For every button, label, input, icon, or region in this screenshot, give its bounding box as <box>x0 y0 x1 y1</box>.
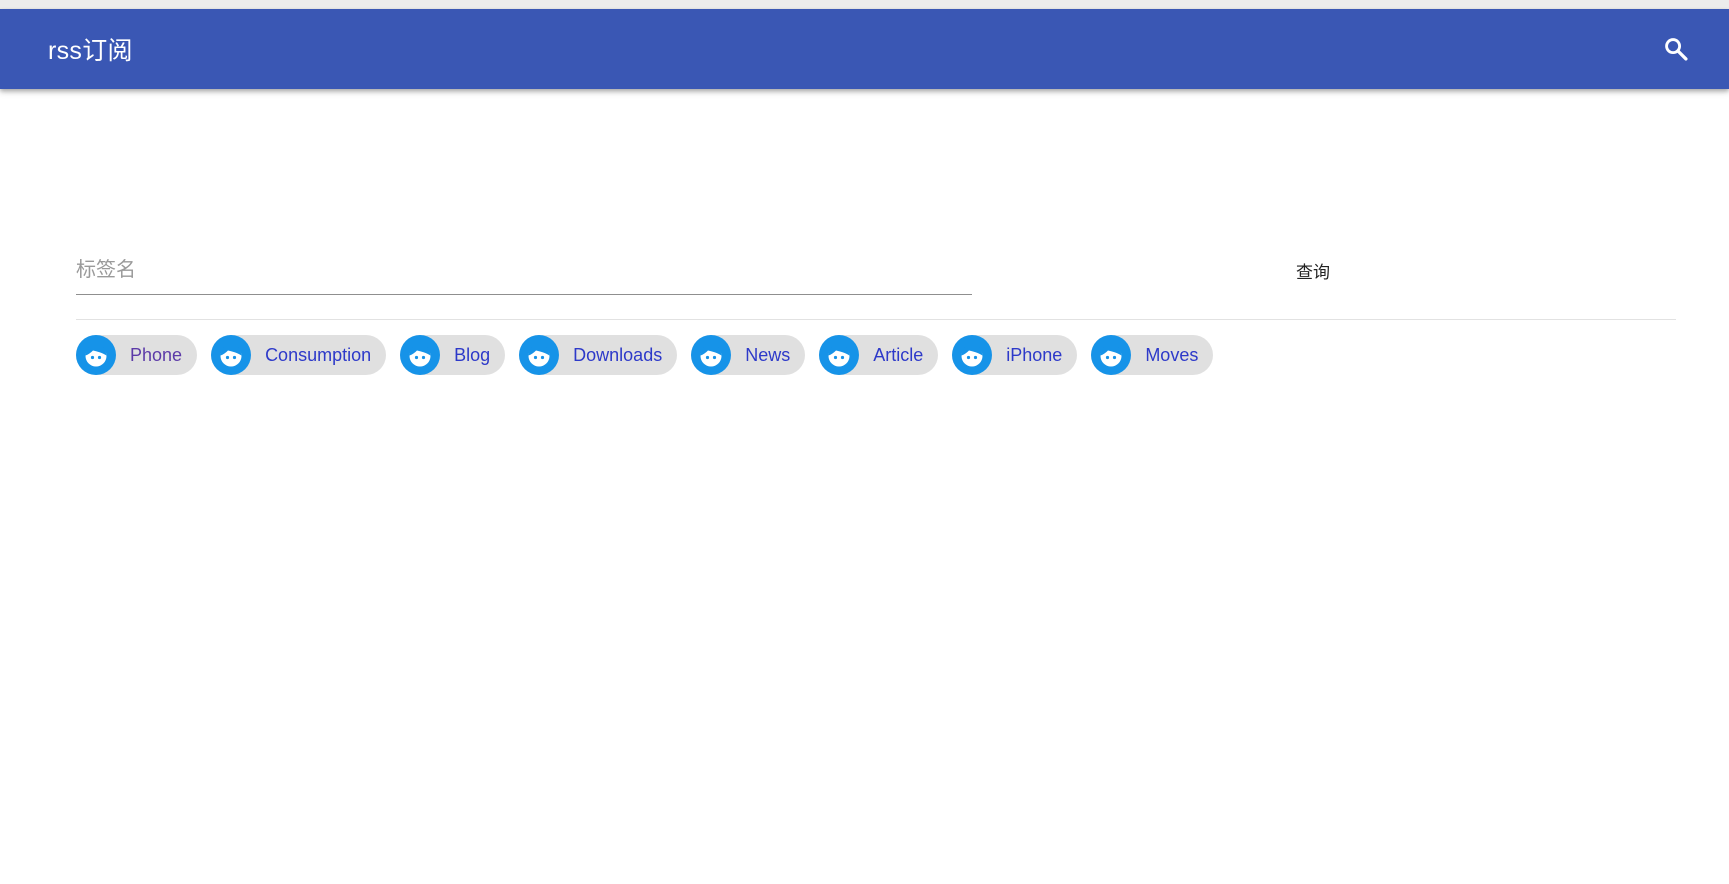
face-icon <box>819 335 860 375</box>
browser-top-strip <box>0 0 1729 9</box>
tag-chip-phone[interactable]: Phone <box>76 335 198 375</box>
tag-chip-consumption[interactable]: Consumption <box>211 335 387 375</box>
face-icon <box>952 335 993 375</box>
app-title: rss订阅 <box>48 37 133 65</box>
tag-chip-blog[interactable]: Blog <box>400 335 506 375</box>
tag-chip-label: Phone <box>130 344 183 365</box>
tag-chip-moves[interactable]: Moves <box>1091 335 1214 375</box>
tag-chip-label: Downloads <box>573 344 663 365</box>
app-bar: rss订阅 <box>0 9 1729 89</box>
tag-name-input[interactable] <box>76 253 972 295</box>
tag-chip-label: iPhone <box>1006 344 1063 365</box>
tag-chip-label: Article <box>873 344 924 365</box>
face-icon <box>1091 335 1132 375</box>
face-icon <box>76 335 116 375</box>
face-icon <box>519 335 560 375</box>
face-icon <box>400 335 441 375</box>
search-icon <box>1662 35 1690 63</box>
query-row: 查询 <box>76 239 1676 295</box>
tag-chip-news[interactable]: News <box>691 335 806 375</box>
tag-chip-label: Moves <box>1145 344 1199 365</box>
main-content: 查询 Phone C <box>0 239 1729 375</box>
tag-chip-label: Blog <box>454 344 491 365</box>
divider <box>76 319 1676 320</box>
tag-chip-label: Consumption <box>265 344 372 365</box>
query-button[interactable]: 查询 <box>1290 250 1336 291</box>
tag-chip-label: News <box>745 344 791 365</box>
face-icon <box>211 335 252 375</box>
tag-chip-list: Phone Consumption Blog Downloads News Ar… <box>76 335 1676 375</box>
tag-chip-iphone[interactable]: iPhone <box>952 335 1078 375</box>
search-button[interactable] <box>1653 26 1699 72</box>
tag-chip-article[interactable]: Article <box>819 335 939 375</box>
tag-chip-downloads[interactable]: Downloads <box>519 335 678 375</box>
face-icon <box>691 335 732 375</box>
